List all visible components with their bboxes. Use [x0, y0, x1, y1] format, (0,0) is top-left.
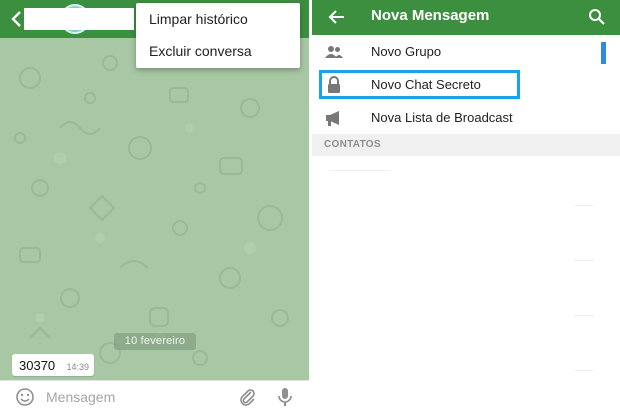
- menu-item-clear-history[interactable]: Limpar histórico: [136, 3, 300, 35]
- faint-divider: [574, 370, 594, 371]
- microphone-icon[interactable]: [277, 387, 293, 407]
- message-bubble[interactable]: 30370 14:39: [12, 354, 94, 376]
- list-item-label: Novo Grupo: [371, 44, 442, 59]
- paperclip-icon[interactable]: [237, 387, 257, 407]
- overflow-menu: Limpar histórico Excluir conversa: [136, 3, 300, 68]
- screenshot-root: 10 fevereiro 30370 14:39 Mensagem Limpar…: [0, 0, 620, 412]
- megaphone-icon: [326, 111, 339, 126]
- section-header-contacts: CONTATOS: [312, 134, 620, 156]
- faint-divider: [330, 170, 390, 171]
- doodle-pattern: [14, 51, 289, 366]
- new-message-panel: Nova Mensagem Novo Grupo Novo Chat Secre…: [312, 0, 620, 412]
- date-chip: 10 fevereiro: [114, 333, 196, 350]
- new-message-header: Nova Mensagem: [312, 0, 620, 35]
- message-input-bar: Mensagem: [0, 380, 309, 412]
- chat-panel: 10 fevereiro 30370 14:39 Mensagem Limpar…: [0, 0, 309, 412]
- faint-divider: [574, 260, 594, 261]
- faint-divider: [574, 205, 594, 206]
- faint-divider: [574, 315, 594, 316]
- highlight-annotation: [319, 70, 520, 99]
- page-title: Nova Mensagem: [371, 7, 490, 24]
- redacted-contact-name: [24, 8, 134, 30]
- chevron-left-icon[interactable]: [10, 10, 24, 28]
- group-icon: [325, 46, 343, 58]
- menu-item-delete-chat[interactable]: Excluir conversa: [136, 35, 300, 67]
- message-input[interactable]: Mensagem: [46, 387, 216, 407]
- list-item-new-broadcast-list[interactable]: Nova Lista de Broadcast: [312, 101, 620, 134]
- message-time: 14:39: [66, 362, 89, 372]
- list-item-new-group[interactable]: Novo Grupo: [312, 35, 620, 68]
- smiley-icon[interactable]: [15, 387, 35, 407]
- message-text: 30370: [19, 358, 56, 373]
- arrow-left-icon[interactable]: [328, 8, 346, 26]
- section-header-label: CONTATOS: [324, 139, 381, 150]
- search-icon[interactable]: [588, 8, 606, 26]
- chat-background: [0, 38, 309, 380]
- list-item-label: Nova Lista de Broadcast: [371, 110, 513, 125]
